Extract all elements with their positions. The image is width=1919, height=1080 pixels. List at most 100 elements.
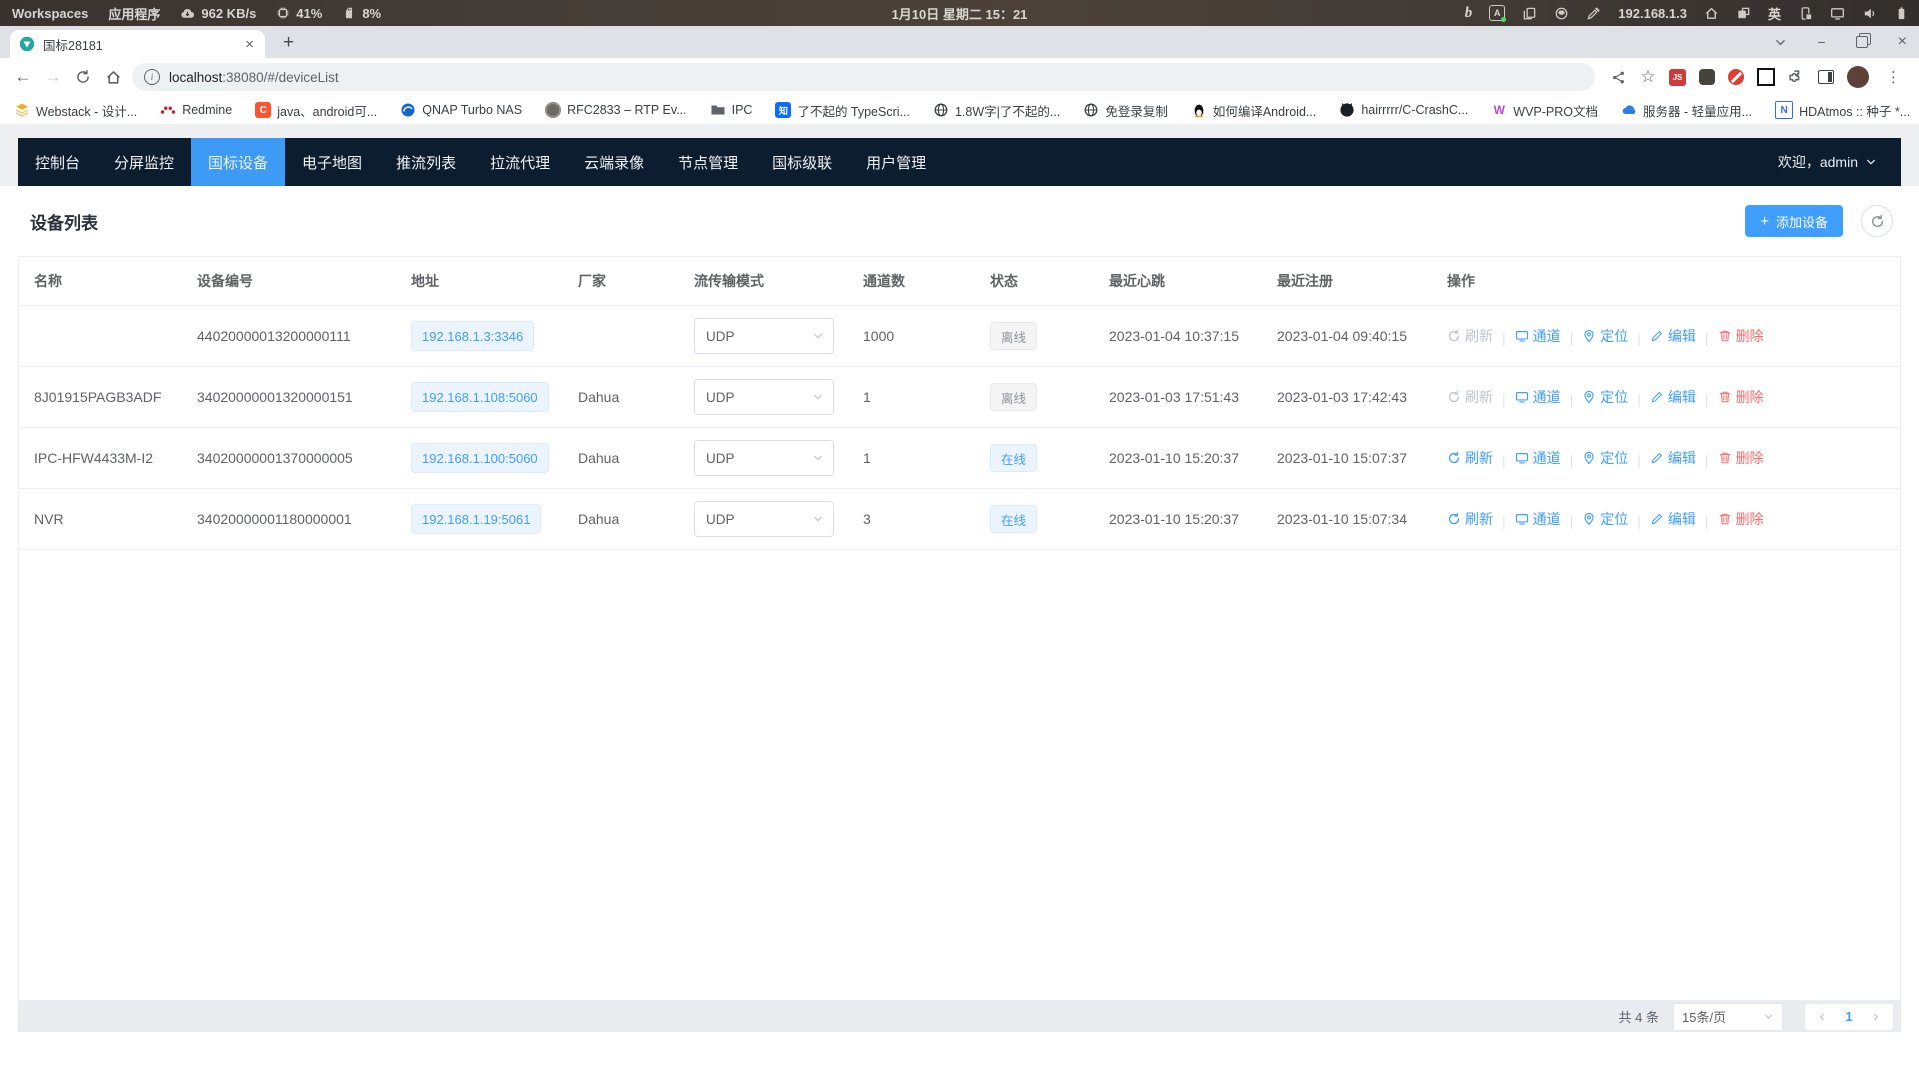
bookmark-item[interactable]: NHDAtmos :: 种子 *... (1775, 101, 1910, 120)
stream-mode-select[interactable]: UDP (694, 440, 834, 476)
nav-item-map[interactable]: 电子地图 (285, 138, 379, 186)
channel-action[interactable]: 通道 (1515, 326, 1561, 346)
stream-mode-select[interactable]: UDP (694, 318, 834, 354)
share-icon[interactable] (1603, 62, 1633, 92)
battery-icon[interactable] (1894, 6, 1909, 21)
window-minimize-button[interactable]: − (1817, 35, 1825, 49)
browser-menu-icon[interactable]: ⋮ (1882, 68, 1905, 86)
bookmark-item[interactable]: Webstack - 设计... (14, 101, 137, 120)
json-extension-icon[interactable]: JS (1669, 69, 1686, 86)
window-switcher-icon[interactable] (1736, 6, 1751, 21)
tab-search-chevron-icon[interactable] (1774, 36, 1787, 49)
channel-action[interactable]: 通道 (1515, 448, 1561, 468)
prev-page-button[interactable]: ‹ (1809, 1008, 1835, 1025)
locate-action[interactable]: 定位 (1582, 326, 1628, 346)
nav-item-push-list[interactable]: 推流列表 (379, 138, 473, 186)
edit-action[interactable]: 编辑 (1650, 387, 1696, 407)
nav-item-gb-cascade[interactable]: 国标级联 (755, 138, 849, 186)
display-icon[interactable] (1830, 6, 1845, 21)
nav-item-user-manage[interactable]: 用户管理 (849, 138, 943, 186)
side-panel-icon[interactable] (1818, 70, 1834, 84)
locate-action[interactable]: 定位 (1582, 387, 1628, 407)
refresh-action[interactable]: 刷新 (1447, 509, 1493, 529)
locate-action[interactable]: 定位 (1582, 448, 1628, 468)
workspaces-button[interactable]: Workspaces (12, 6, 88, 21)
next-page-button[interactable]: › (1863, 1008, 1889, 1025)
col-channels: 通道数 (848, 257, 975, 306)
channel-action[interactable]: 通道 (1515, 387, 1561, 407)
browser-tab-strip: 国标28181 × + − × (0, 26, 1919, 58)
volume-icon[interactable] (1862, 6, 1877, 21)
delete-action[interactable]: 删除 (1718, 387, 1764, 407)
nav-item-cloud-record[interactable]: 云端录像 (567, 138, 661, 186)
input-method-indicator[interactable]: 英 (1768, 4, 1781, 23)
dark-extension-icon[interactable] (1699, 69, 1715, 85)
edit-action[interactable]: 编辑 (1650, 509, 1696, 529)
edit-action[interactable]: 编辑 (1650, 448, 1696, 468)
refresh-action[interactable]: 刷新 (1447, 448, 1493, 468)
bookmark-item[interactable]: QNAP Turbo NAS (400, 102, 522, 118)
bookmark-item[interactable]: WWVP-PRO文档 (1491, 101, 1598, 120)
page-size-select[interactable]: 15条/页 (1673, 1003, 1783, 1031)
delete-action[interactable]: 删除 (1718, 509, 1764, 529)
new-tab-button[interactable]: + (275, 31, 302, 54)
browser-tab[interactable]: 国标28181 × (10, 30, 265, 58)
bing-tray-icon[interactable]: b (1465, 5, 1473, 22)
ip-address-indicator[interactable]: 192.168.1.3 (1618, 6, 1687, 21)
bookmark-item[interactable]: hairrrrr/C-CrashC... (1339, 102, 1468, 118)
bookmark-star-icon[interactable]: ☆ (1633, 62, 1663, 92)
nav-item-console[interactable]: 控制台 (18, 138, 97, 186)
user-menu[interactable]: 欢迎，admin (1778, 152, 1901, 172)
bookmark-item[interactable]: 1.8W字|了不起的... (933, 101, 1060, 120)
bookmark-item[interactable]: 如何编译Android... (1191, 101, 1317, 120)
clock[interactable]: 1月10日 星期二 15：21 (892, 4, 1028, 23)
window-close-button[interactable]: × (1898, 34, 1907, 50)
home-tray-icon[interactable] (1704, 6, 1719, 21)
back-button[interactable]: ← (8, 62, 38, 92)
bookmark-item[interactable]: Cjava、android可... (255, 101, 377, 120)
clipboard-tray-icon[interactable] (1522, 6, 1537, 21)
bookmark-item[interactable]: 服务器 - 轻量应用... (1621, 101, 1752, 120)
translate-tray-icon[interactable]: A (1489, 5, 1505, 21)
current-page-number[interactable]: 1 (1835, 1009, 1863, 1024)
stream-mode-select[interactable]: UDP (694, 379, 834, 415)
site-info-icon[interactable]: i (144, 69, 160, 85)
profile-avatar[interactable] (1847, 66, 1869, 88)
add-device-button[interactable]: + 添加设备 (1745, 205, 1843, 237)
cup-tray-icon[interactable] (1554, 6, 1569, 21)
bookmark-item[interactable]: 知了不起的 TypeScri... (775, 101, 910, 120)
channel-action[interactable]: 通道 (1515, 509, 1561, 529)
channel-count-cell: 1 (848, 367, 975, 428)
adblock-extension-icon[interactable] (1728, 69, 1744, 85)
delete-action[interactable]: 删除 (1718, 326, 1764, 346)
device-address-tag[interactable]: 192.168.1.108:5060 (411, 382, 549, 412)
nav-item-split-monitor[interactable]: 分屏监控 (97, 138, 191, 186)
stream-mode-select[interactable]: UDP (694, 501, 834, 537)
nav-item-gb-devices[interactable]: 国标设备 (191, 138, 285, 186)
window-restore-button[interactable] (1856, 36, 1868, 48)
edit-action[interactable]: 编辑 (1650, 326, 1696, 346)
heartbeat-cell: 2023-01-03 17:51:43 (1094, 367, 1262, 428)
bookmark-item[interactable]: RFC2833 – RTP Ev... (545, 102, 687, 118)
bookmark-item[interactable]: Redmine (160, 102, 232, 118)
delete-action[interactable]: 删除 (1718, 448, 1764, 468)
frame-extension-icon[interactable] (1757, 68, 1775, 86)
nav-item-pull-proxy[interactable]: 拉流代理 (473, 138, 567, 186)
device-address-tag[interactable]: 192.168.1.100:5060 (411, 443, 549, 473)
reload-button[interactable] (68, 62, 98, 92)
extensions-puzzle-icon[interactable] (1788, 69, 1805, 86)
color-picker-tray-icon[interactable] (1586, 6, 1601, 21)
locate-action[interactable]: 定位 (1582, 509, 1628, 529)
home-button[interactable] (98, 62, 128, 92)
bookmark-item[interactable]: IPC (710, 102, 753, 118)
address-bar[interactable]: i localhost:38080/#/deviceList (132, 63, 1595, 91)
nav-item-node-manage[interactable]: 节点管理 (661, 138, 755, 186)
refresh-list-button[interactable] (1861, 205, 1893, 237)
device-id-cell: 34020000001320000151 (182, 367, 396, 428)
device-address-tag[interactable]: 192.168.1.3:3346 (411, 321, 534, 351)
applications-menu[interactable]: 应用程序 (108, 4, 160, 23)
bookmark-item[interactable]: 免登录复制 (1083, 101, 1168, 120)
tab-close-icon[interactable]: × (242, 37, 257, 52)
device-address-tag[interactable]: 192.168.1.19:5061 (411, 504, 541, 534)
phone-link-icon[interactable] (1798, 6, 1813, 21)
